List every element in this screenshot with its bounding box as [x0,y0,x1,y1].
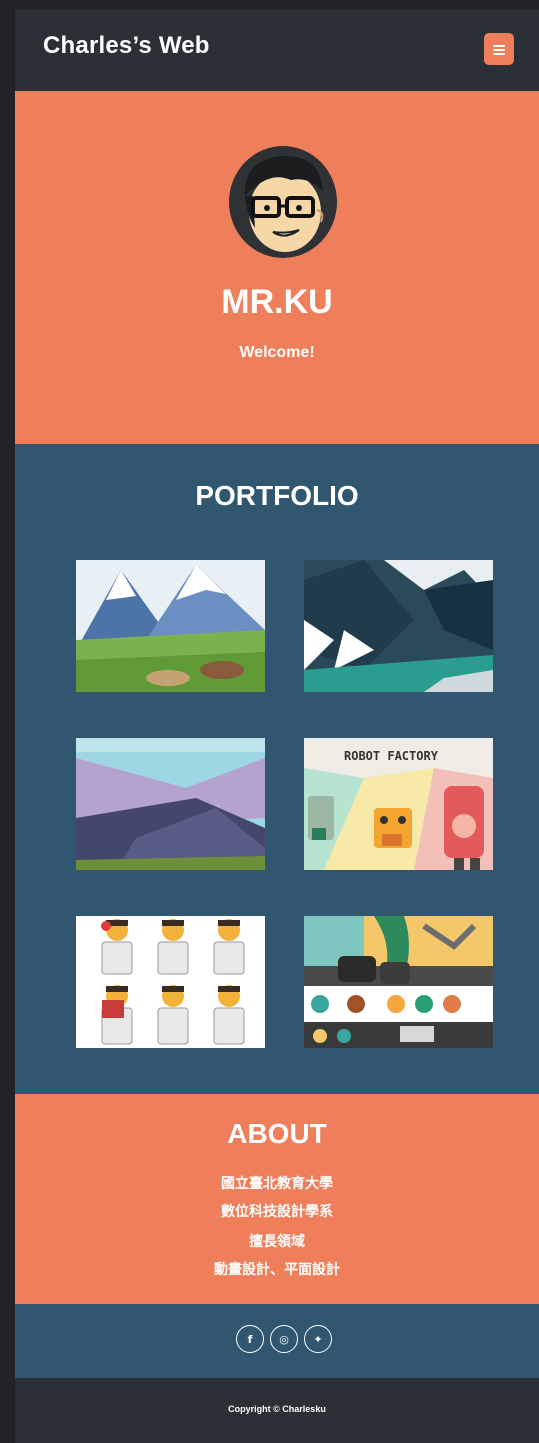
mountain-landscape-illustration [76,560,265,692]
navbar: Charles’s Web [15,10,539,91]
about-line-expertise: 動畫設計、平面設計 [214,1261,340,1277]
portfolio-item-characters[interactable] [76,916,265,1048]
page: Charles’s Web MR.KU Welcome! PORTFOLIO R… [15,10,539,1443]
hamburger-icon-line [493,49,505,51]
about-line-expertise-label: 擅長領域 [249,1233,305,1249]
game-machine-illustration [304,916,493,1048]
copyright-text: Copyright © Charlesku [228,1404,326,1414]
twitter-icon[interactable]: ✦ [304,1325,332,1353]
about-line-department: 數位科技設計學系 [221,1203,333,1219]
portfolio-section: PORTFOLIO ROBOT FACTORY [15,444,539,1094]
purple-hills-illustration [76,738,265,870]
portfolio-item-mountain-landscape[interactable] [76,560,265,692]
portfolio-item-dark-mountains[interactable] [304,560,493,692]
hamburger-icon-line [493,53,505,55]
character-expressions-illustration [76,916,265,1048]
hamburger-icon [493,45,505,47]
menu-toggle-button[interactable] [484,33,514,65]
about-section: ABOUT 國立臺北教育大學 數位科技設計學系 擅長領域 動畫設計、平面設計 [15,1094,539,1304]
facebook-icon[interactable]: f [236,1325,264,1353]
browser-frame [0,0,539,10]
social-section: f ◎ ✦ [15,1304,539,1378]
brand-link[interactable]: Charles’s Web [43,32,210,60]
avatar-image [229,146,337,258]
instagram-icon[interactable]: ◎ [270,1325,298,1353]
portfolio-item-game-machine[interactable] [304,916,493,1048]
portfolio-title: PORTFOLIO [195,480,359,511]
hero-title: MR.KU [221,283,333,321]
robot-factory-illustration: ROBOT FACTORY [304,738,493,870]
about-line-school: 國立臺北教育大學 [221,1175,333,1191]
portfolio-item-purple-hills[interactable] [76,738,265,870]
about-title: ABOUT [227,1118,327,1149]
dark-mountain-river-illustration [304,560,493,692]
footer: Copyright © Charlesku [15,1378,539,1443]
svg-text:ROBOT FACTORY: ROBOT FACTORY [344,749,439,763]
hero-section: MR.KU Welcome! [15,91,539,444]
portfolio-item-robot-factory[interactable]: ROBOT FACTORY [304,738,493,870]
cartoon-avatar-icon [229,148,337,256]
hero-subtitle: Welcome! [239,344,315,361]
